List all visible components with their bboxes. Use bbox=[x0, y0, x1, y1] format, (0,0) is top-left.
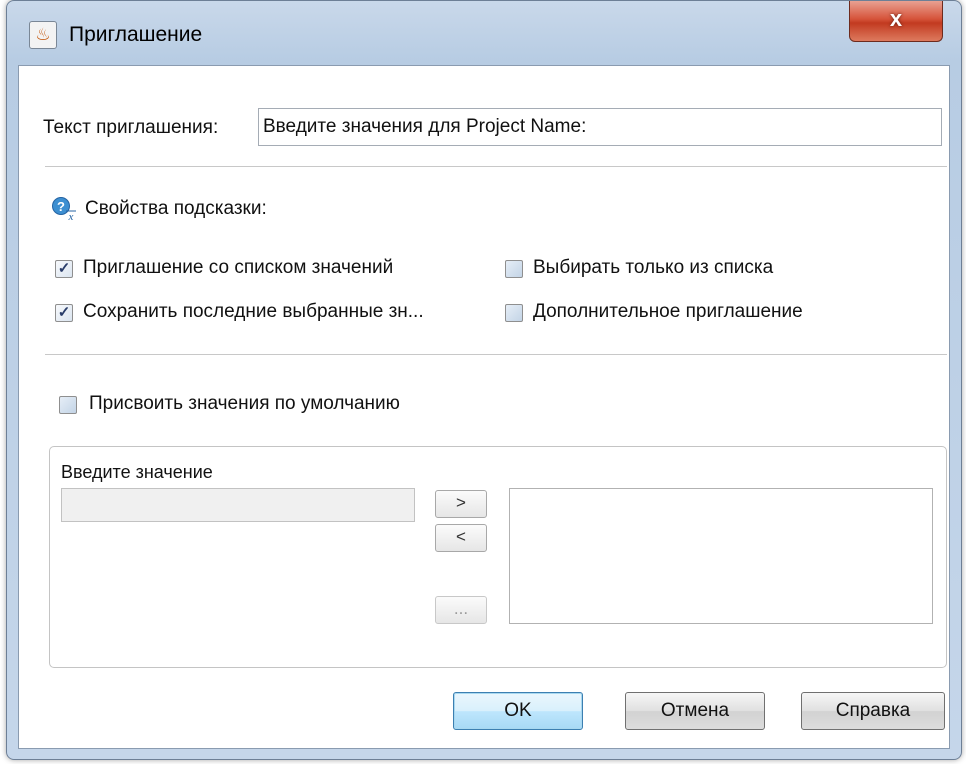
dialog-content: Текст приглашения: ? x Свойства подсказк… bbox=[18, 65, 950, 749]
ok-button[interactable]: OK bbox=[453, 692, 583, 730]
svg-text:x: x bbox=[68, 211, 74, 222]
value-input[interactable] bbox=[61, 488, 415, 522]
list-prompt-label: Приглашение со списком значений bbox=[83, 257, 394, 278]
close-button[interactable]: x bbox=[849, 1, 943, 42]
list-prompt-checkbox[interactable]: ✓ bbox=[55, 260, 73, 278]
enter-value-label: Введите значение bbox=[61, 462, 213, 482]
optional-prompt-checkbox[interactable] bbox=[505, 304, 523, 322]
remove-value-button[interactable]: < bbox=[435, 524, 487, 552]
svg-text:?: ? bbox=[57, 199, 65, 214]
dialog-window: ♨ Приглашение x Текст приглашения: ? x С… bbox=[6, 0, 962, 760]
prompt-text-label: Текст приглашения: bbox=[43, 117, 219, 138]
add-value-button[interactable]: > bbox=[435, 490, 487, 518]
help-button[interactable]: Справка bbox=[801, 692, 945, 730]
keep-last-checkbox[interactable]: ✓ bbox=[55, 304, 73, 322]
separator-middle bbox=[45, 354, 947, 355]
select-only-checkbox[interactable] bbox=[505, 260, 523, 278]
defaults-checkbox[interactable] bbox=[59, 396, 77, 414]
keep-last-label: Сохранить последние выбранные зн... bbox=[83, 301, 424, 322]
values-list[interactable] bbox=[509, 488, 933, 624]
title-bar[interactable]: ♨ Приглашение x bbox=[7, 1, 961, 65]
hint-question-icon: ? x bbox=[52, 197, 76, 222]
java-cup-icon: ♨ bbox=[29, 21, 57, 49]
select-only-label: Выбирать только из списка bbox=[533, 257, 774, 278]
cancel-button[interactable]: Отмена bbox=[625, 692, 765, 730]
optional-prompt-label: Дополнительное приглашение bbox=[533, 301, 803, 322]
separator-top bbox=[45, 166, 947, 167]
defaults-label: Присвоить значения по умолчанию bbox=[89, 393, 400, 414]
window-title: Приглашение bbox=[69, 23, 203, 46]
browse-values-button[interactable]: ... bbox=[435, 596, 487, 624]
hint-properties-label: Свойства подсказки: bbox=[85, 198, 267, 219]
prompt-text-input[interactable] bbox=[258, 108, 942, 146]
